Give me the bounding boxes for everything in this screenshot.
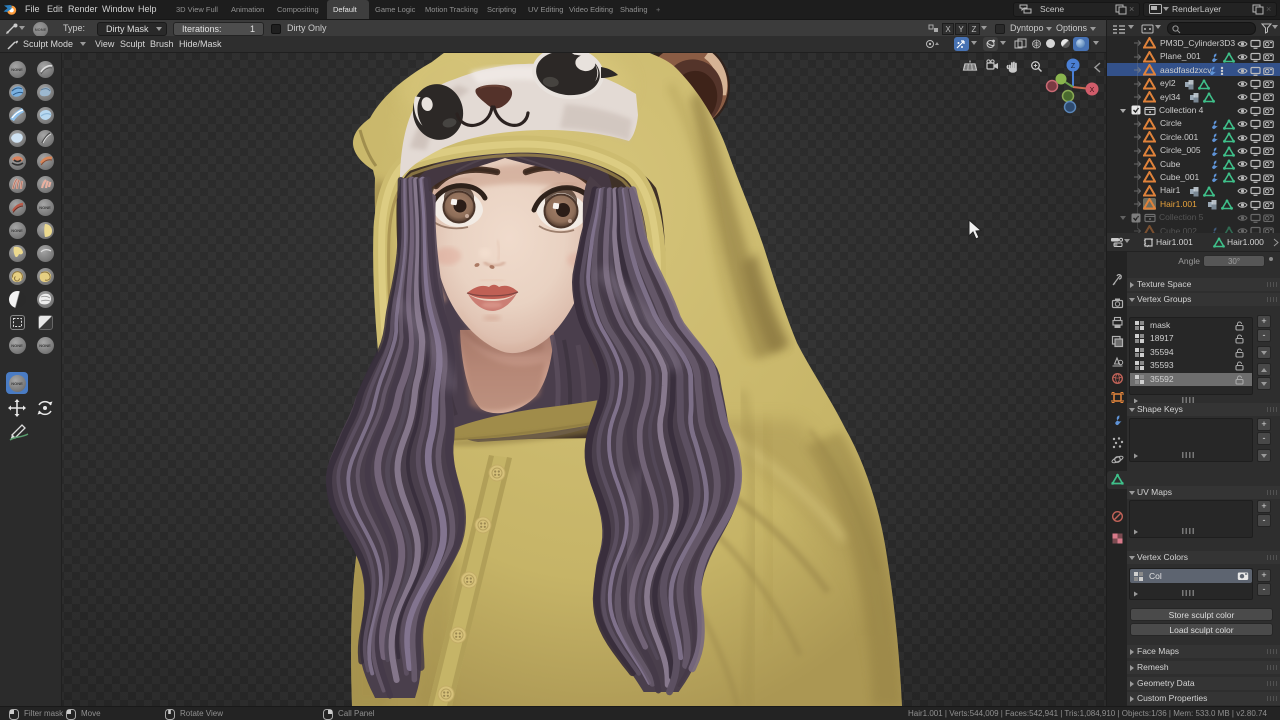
svg-text:Z: Z xyxy=(1071,63,1076,70)
svg-text:X: X xyxy=(1090,87,1095,94)
